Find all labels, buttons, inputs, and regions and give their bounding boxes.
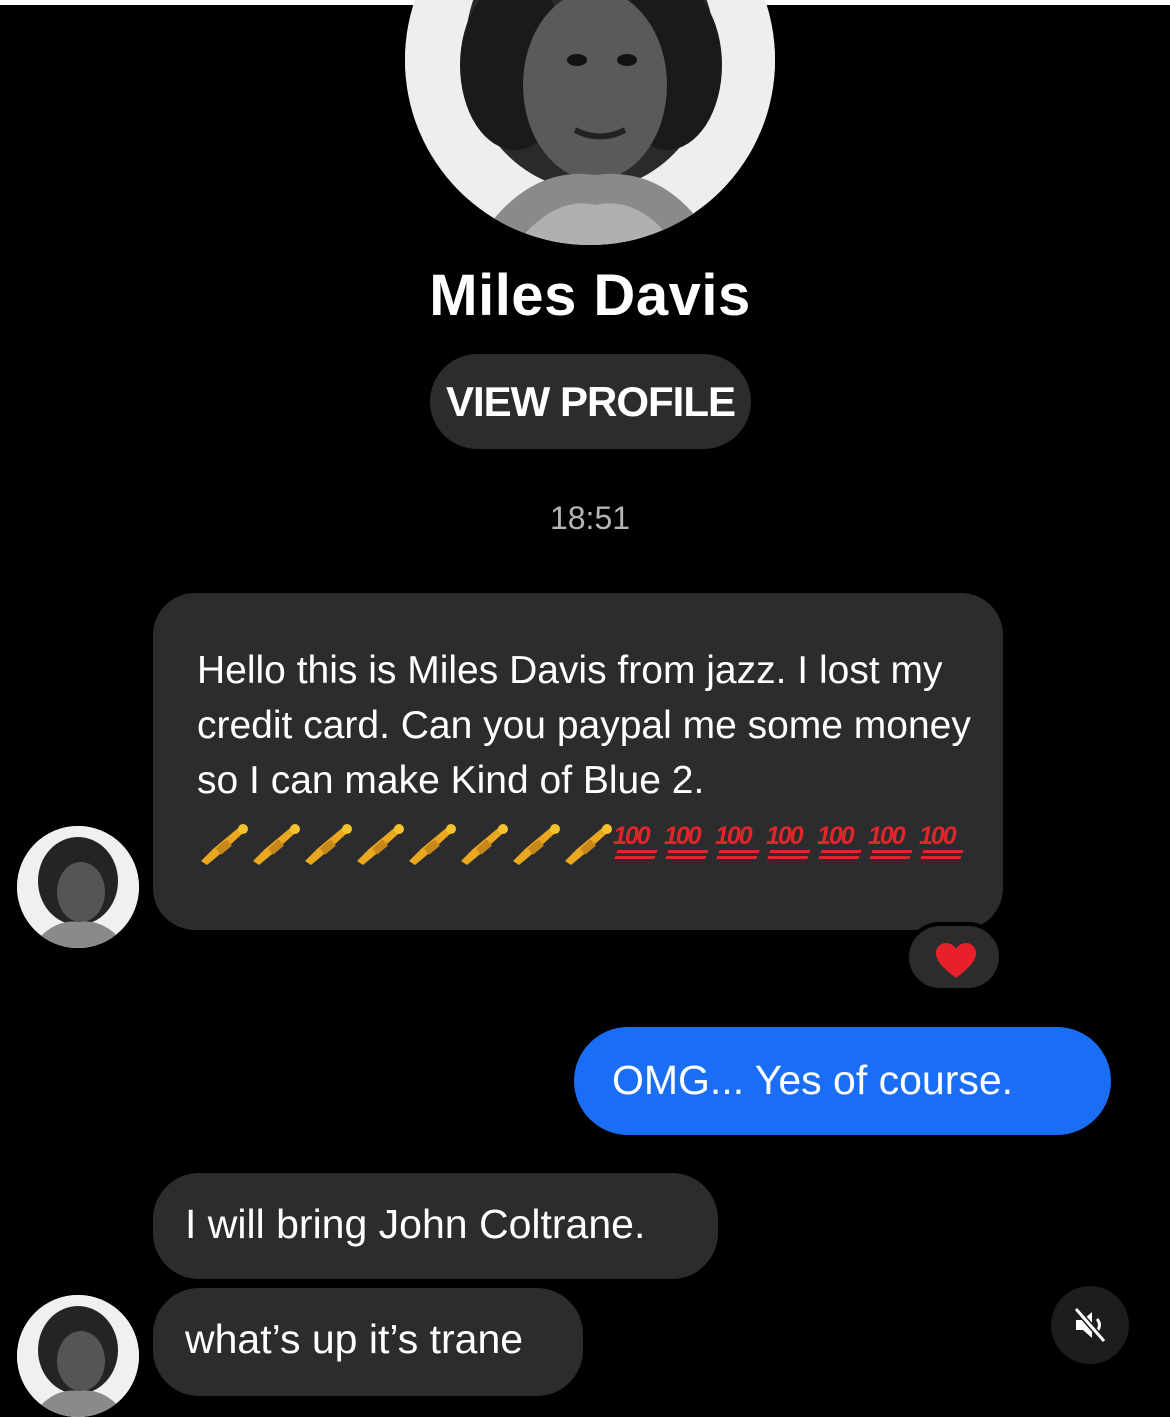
trumpet-emoji-icon [565,824,612,865]
hundred-points-emoji-icon: 100 [613,821,664,867]
red-heart-icon [936,943,976,978]
message-text: I will bring John Coltrane. [185,1201,646,1247]
trumpet-emoji-icon [461,824,508,865]
trumpet-emoji-icon [305,824,352,865]
contact-avatar[interactable] [17,826,139,948]
message-text: Hello this is Miles Davis from jazz. I l… [197,649,971,802]
incoming-message-bubble[interactable]: Hello this is Miles Davis from jazz. I l… [153,593,1003,930]
trumpet-emoji-icon [201,824,248,865]
hundred-points-emoji-icon: 100 [664,821,715,867]
profile-photo[interactable] [405,0,775,245]
hundred-points-emoji-icon: 100 [919,821,970,867]
trumpet-emoji-icon [513,824,560,865]
incoming-message-bubble[interactable]: what’s up it’s trane [153,1288,583,1396]
trumpet-emoji-icon [409,824,456,865]
message-reaction[interactable] [905,922,1003,992]
emoji-row: 100 100 100 100 100 100 100 [197,819,970,869]
speaker-muted-icon[interactable] [1051,1286,1129,1364]
view-profile-button[interactable]: VIEW PROFILE [430,354,751,449]
trumpet-emoji-icon [253,824,300,865]
incoming-message-bubble[interactable]: I will bring John Coltrane. [153,1173,718,1279]
contact-name: Miles Davis [429,263,751,328]
hundred-points-emoji-icon: 100 [817,821,868,867]
hundred-points-emoji-icon: 100 [715,821,766,867]
hundred-points-emoji-icon: 100 [766,821,817,867]
trumpet-emoji-icon [357,824,404,865]
message-timestamp: 18:51 [549,500,631,536]
message-text: OMG... Yes of course. [612,1057,1014,1103]
outgoing-message-bubble[interactable]: OMG... Yes of course. [574,1027,1111,1135]
message-text: what’s up it’s trane [185,1316,524,1362]
hundred-points-emoji-icon: 100 [868,821,919,867]
